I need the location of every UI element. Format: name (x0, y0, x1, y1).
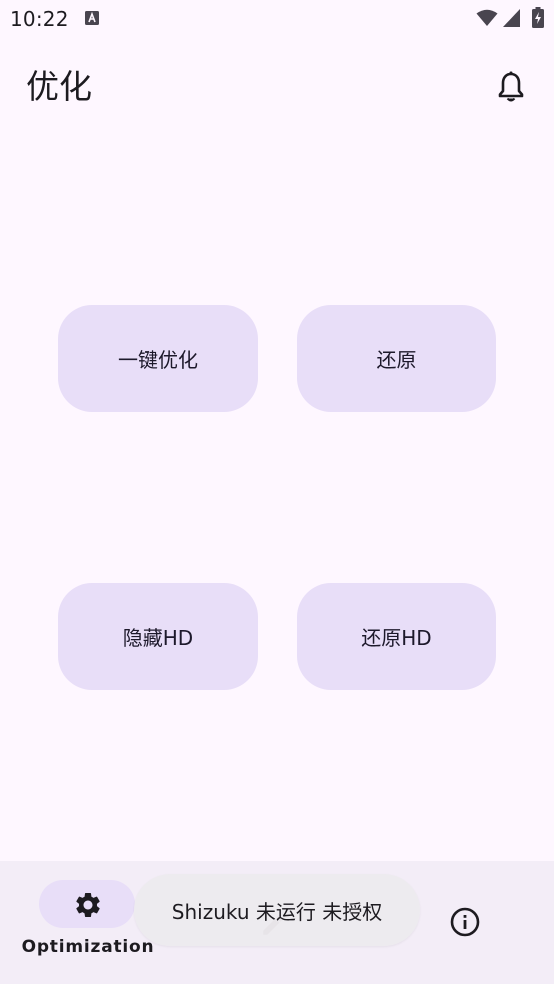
nav-item-optimization[interactable]: Optimization (20, 874, 156, 974)
page-title: 优化 (26, 67, 92, 106)
info-icon[interactable] (449, 906, 481, 938)
toast-message: Shizuku 未运行 未授权 (134, 874, 420, 946)
signal-icon (503, 9, 520, 27)
hide-hd-button[interactable]: 隐藏HD (58, 583, 258, 690)
battery-charging-icon (532, 7, 544, 28)
toast-text: Shizuku 未运行 未授权 (171, 899, 383, 924)
status-time: 10:22 (10, 7, 69, 31)
one-click-optimize-button[interactable]: 一键优化 (58, 305, 258, 412)
wifi-icon (476, 9, 498, 26)
restore-button[interactable]: 还原 (297, 305, 496, 412)
nav-label-optimization: Optimization (21, 937, 155, 957)
bell-icon[interactable] (496, 71, 526, 103)
restore-hd-button[interactable]: 还原HD (297, 583, 496, 690)
gear-icon (76, 893, 100, 917)
a-icon (85, 11, 99, 25)
